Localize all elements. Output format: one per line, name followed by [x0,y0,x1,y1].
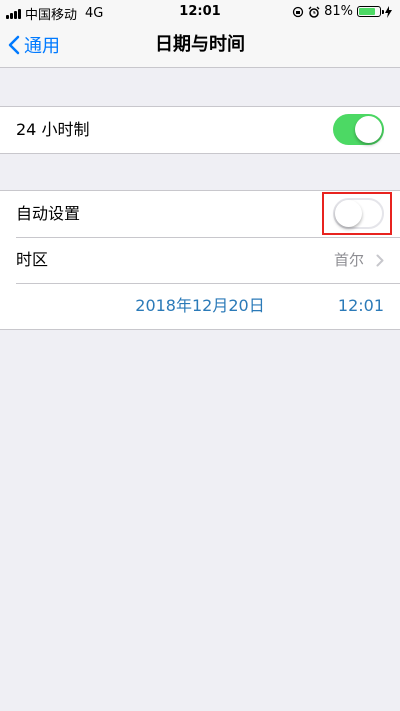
highlight-box [322,192,392,235]
chevron-right-icon [376,254,384,267]
toggle-knob [355,116,382,143]
auto-set-label: 自动设置 [16,204,81,223]
hour-format-group: 24 小时制 [0,106,400,154]
timezone-row[interactable]: 时区 首尔 [0,237,400,283]
battery-fill [359,8,376,15]
battery-icon [357,6,384,17]
hour24-label: 24 小时制 [16,120,90,139]
status-bar: 中国移动 4G 12:01 81% [0,0,400,23]
date-time-group: 自动设置 时区 首尔 2018年12月20日 12:01 [0,190,400,330]
time-value[interactable]: 12:01 [338,283,384,329]
hour24-toggle[interactable] [333,114,384,145]
timezone-label: 时区 [16,250,49,269]
status-right: 81% [292,4,392,19]
date-time-row[interactable]: 2018年12月20日 12:01 [0,283,400,329]
hour24-row: 24 小时制 [0,107,400,153]
battery-percent: 81% [324,4,353,19]
navigation-bar: 通用 日期与时间 [0,22,400,68]
alarm-icon [308,6,320,18]
auto-set-row: 自动设置 [0,191,400,237]
timezone-value: 首尔 [333,251,364,269]
rotation-lock-icon [292,6,304,17]
page-title: 日期与时间 [155,34,245,55]
charging-icon [385,5,392,18]
